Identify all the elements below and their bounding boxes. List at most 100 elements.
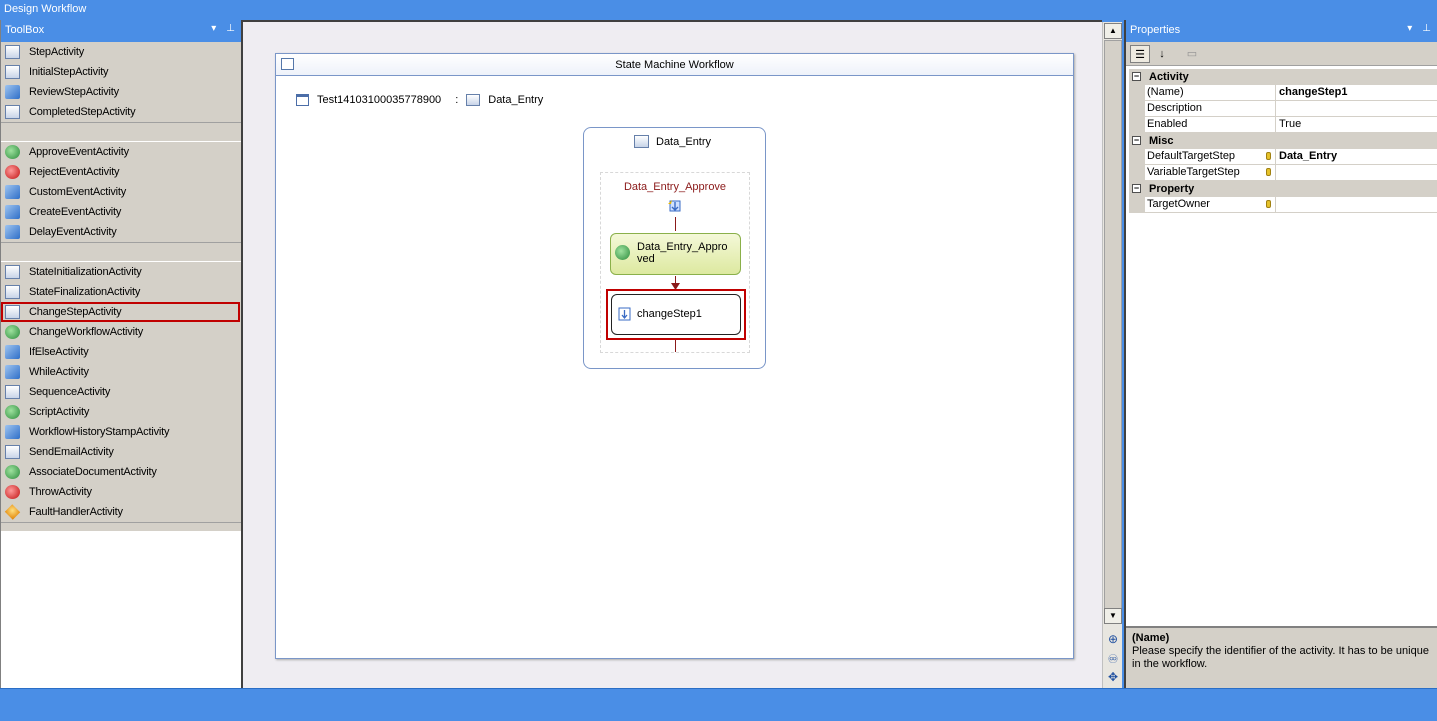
toolbox-item-label: SequenceActivity [29,386,111,398]
activity-icon [5,465,20,479]
approve-activity-label: Data_Entry_Appro ved [637,241,728,265]
toolbox-item-initialstepactivity[interactable]: InitialStepActivity [1,62,241,82]
toolbox-item-changestepactivity[interactable]: ChangeStepActivity [1,302,240,322]
toolbox-item-rejecteventactivity[interactable]: RejectEventActivity [1,162,241,182]
dropdown-icon[interactable]: ▾ [211,23,216,34]
toolbox-item-scriptactivity[interactable]: ScriptActivity [1,402,241,422]
toolbox-item-customeventactivity[interactable]: CustomEventActivity [1,182,241,202]
toolbox-separator [1,522,241,532]
toolbox-item-approveeventactivity[interactable]: ApproveEventActivity [1,142,241,162]
toolbox-item-label: InitialStepActivity [29,66,109,78]
root-workflow-name[interactable]: Test14103100035778900 [317,94,441,106]
activity-icon [5,165,20,179]
property-row[interactable]: VariableTargetStep [1129,165,1437,181]
toolbox-item-label: IfElseActivity [29,346,89,358]
toolbox-item-label: CreateEventActivity [29,206,122,218]
toolbox-separator [1,122,241,142]
category-label: Activity [1149,71,1189,83]
collapse-icon[interactable]: − [1132,184,1141,193]
alphabetical-icon[interactable]: ↓ [1152,45,1172,63]
approve-event-activity[interactable]: Data_Entry_Appro ved [610,233,741,275]
toolbox-item-label: StateFinalizationActivity [29,286,141,298]
activity-icon [5,325,20,339]
properties-toolbar: ☰ ↓ ▭ [1126,42,1437,66]
property-category[interactable]: − Misc [1129,133,1437,149]
toolbox-item-sendemailactivity[interactable]: SendEmailActivity [1,442,241,462]
category-label: Misc [1149,135,1174,147]
state-icon [466,94,481,106]
state-data-entry[interactable]: Data_Entry Data_Entry_Approve Data_Entry… [583,127,766,369]
toolbox-item-sequenceactivity[interactable]: SequenceActivity [1,382,241,402]
activity-icon [5,445,20,459]
designer-vertical-scrollbar[interactable]: ▲ ▼ ⊕ ♾ ✥ [1102,22,1122,688]
state-machine-frame[interactable]: State Machine Workflow Test1410310003577… [275,53,1074,659]
toolbox-item-label: StateInitializationActivity [29,266,142,278]
activity-icon [4,504,21,520]
toolbox-item-whileactivity[interactable]: WhileActivity [1,362,241,382]
activity-icon [5,45,20,59]
property-name: Enabled [1129,117,1276,133]
designer-canvas[interactable]: State Machine Workflow Test1410310003577… [243,20,1102,688]
lock-icon [1266,152,1271,160]
toolbox-item-reviewstepactivity[interactable]: ReviewStepActivity [1,82,241,102]
pan-icon[interactable]: ✥ [1105,670,1121,685]
dropdown-icon[interactable]: ▾ [1407,23,1412,34]
change-step-activity[interactable]: changeStep1 [611,294,741,335]
property-value[interactable]: Data_Entry [1276,149,1437,165]
activity-icon [5,85,20,99]
toolbox-item-changeworkflowactivity[interactable]: ChangeWorkflowActivity [1,322,241,342]
property-row[interactable]: Enabled True [1129,117,1437,133]
collapse-icon[interactable]: − [1132,136,1141,145]
description-panel: (Name) Please specify the identifier of … [1126,626,1437,688]
event-icon [668,200,681,212]
property-value[interactable] [1276,197,1437,213]
toolbox-list: StepActivity InitialStepActivity ReviewSte… [1,42,241,532]
toolbox-item-delayeventactivity[interactable]: DelayEventActivity [1,222,241,242]
property-value[interactable]: True [1276,117,1437,133]
event-driven-box[interactable]: Data_Entry_Approve Data_Entry_Appro ved [600,172,750,353]
toolbox-item-stepactivity[interactable]: StepActivity [1,42,241,62]
toolbox-item-throwactivity[interactable]: ThrowActivity [1,482,241,502]
property-value[interactable] [1276,165,1437,181]
property-category[interactable]: − Activity [1129,69,1437,85]
toolbox-item-createeventactivity[interactable]: CreateEventActivity [1,202,241,222]
toolbox-item-workflowhistorystampactivity[interactable]: WorkflowHistoryStampActivity [1,422,241,442]
initial-state-name[interactable]: Data_Entry [488,94,543,106]
toolbox-item-label: ApproveEventActivity [29,146,129,158]
categorized-icon[interactable]: ☰ [1130,45,1150,63]
pin-icon[interactable]: ⊥ [226,23,235,34]
pin-icon[interactable]: ⊥ [1422,23,1431,34]
properties-panel: Properties ▾ ⊥ ☰ ↓ ▭ − Activity (Name) chan… [1124,20,1437,688]
property-value[interactable] [1276,101,1437,117]
scroll-thumb[interactable] [1104,40,1122,612]
scroll-up-button[interactable]: ▲ [1104,23,1122,39]
activity-icon [5,145,20,159]
property-row[interactable]: (Name) changeStep1 [1129,85,1437,101]
status-bar [0,688,1437,721]
toolbox-item-stateinitializationactivity[interactable]: StateInitializationActivity [1,262,241,282]
property-pages-icon[interactable]: ▭ [1182,45,1202,63]
toolbox-item-ifelseactivity[interactable]: IfElseActivity [1,342,241,362]
toolbox-item-label: FaultHandlerActivity [29,506,123,518]
activity-icon [5,205,20,219]
activity-icon [5,225,20,239]
property-row[interactable]: TargetOwner [1129,197,1437,213]
zoom-icon[interactable]: ⊕ [1105,632,1121,647]
property-row[interactable]: DefaultTargetStep Data_Entry [1129,149,1437,165]
property-row[interactable]: Description [1129,101,1437,117]
toolbox-separator [1,242,241,262]
activity-icon [5,425,20,439]
binoculars-icon[interactable]: ♾ [1105,652,1121,667]
scroll-down-button[interactable]: ▼ [1104,608,1122,624]
collapse-icon[interactable]: − [1132,72,1141,81]
property-name-label: VariableTargetStep [1147,166,1240,178]
toolbox-item-faulthandleractivity[interactable]: FaultHandlerActivity [1,502,241,522]
workflow-root-icon [296,94,309,106]
toolbox-item-label: SendEmailActivity [29,446,114,458]
property-category[interactable]: − Property [1129,181,1437,197]
toolbox-item-statefinalizationactivity[interactable]: StateFinalizationActivity [1,282,241,302]
property-value[interactable]: changeStep1 [1276,85,1437,101]
toolbox-item-label: ReviewStepActivity [29,86,119,98]
toolbox-item-associatedocumentactivity[interactable]: AssociateDocumentActivity [1,462,241,482]
toolbox-item-completedstepactivity[interactable]: CompletedStepActivity [1,102,241,122]
